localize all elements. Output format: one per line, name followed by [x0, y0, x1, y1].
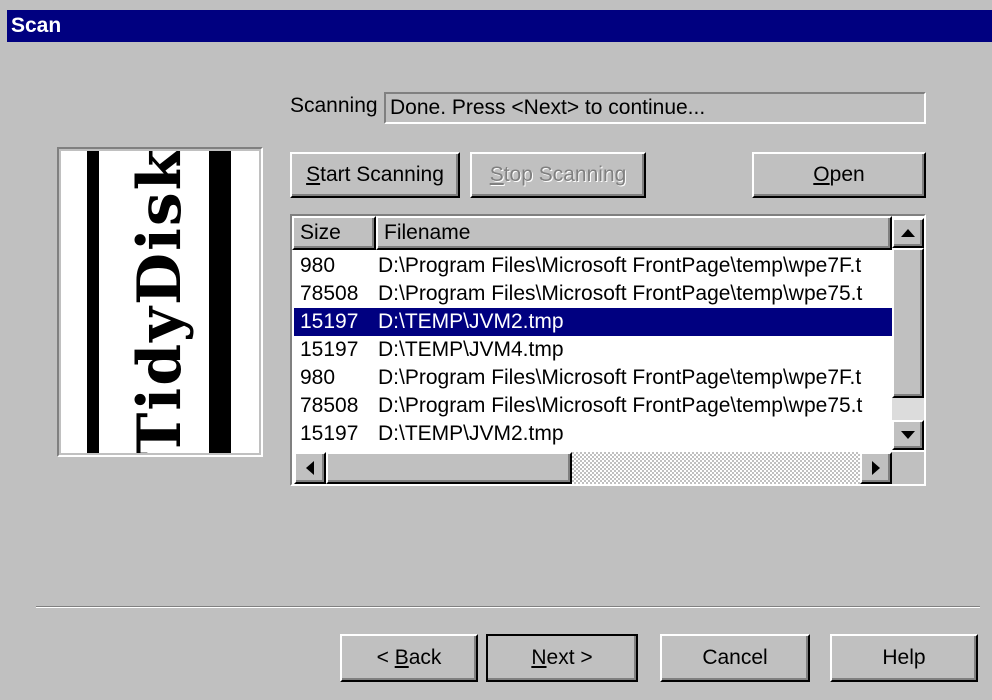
window-title: Scan	[7, 10, 992, 42]
file-size: 980	[300, 366, 336, 389]
file-name: D:\Program Files\Microsoft FrontPage\tem…	[378, 254, 862, 277]
file-list[interactable]: Size Filename 980 D:\Program Files\Micros…	[290, 214, 926, 486]
file-name: D:\TEMP\JVM4.tmp	[378, 338, 564, 361]
file-name: D:\TEMP\JVM2.tmp	[378, 422, 564, 445]
list-item[interactable]: 15197 D:\TEMP\JVM2.tmp	[294, 420, 892, 448]
column-header-filename[interactable]: Filename	[376, 216, 892, 250]
list-header: Size Filename	[292, 216, 892, 250]
file-rows: 980 D:\Program Files\Microsoft FrontPage\…	[294, 252, 892, 448]
horizontal-scroll-thumb[interactable]	[326, 452, 572, 484]
list-item[interactable]: 15197 D:\TEMP\JVM4.tmp	[294, 336, 892, 364]
help-button[interactable]: Help	[830, 634, 978, 682]
horizontal-scrollbar[interactable]	[294, 452, 892, 484]
left-arrow-icon[interactable]	[294, 452, 326, 484]
file-size: 15197	[300, 338, 359, 361]
list-item[interactable]: 15197 D:\TEMP\JVM2.tmp	[294, 308, 892, 336]
vertical-scroll-thumb[interactable]	[892, 248, 924, 398]
scanning-label: Scanning	[290, 94, 378, 117]
file-name: D:\Program Files\Microsoft FrontPage\tem…	[378, 366, 862, 389]
separator	[36, 606, 980, 608]
start-scanning-button[interactable]: Start Scanning	[290, 152, 460, 198]
up-arrow-icon[interactable]	[892, 218, 924, 248]
next-button[interactable]: Next >	[486, 634, 638, 682]
vertical-scrollbar[interactable]	[892, 218, 924, 450]
cancel-button[interactable]: Cancel	[660, 634, 810, 682]
file-size: 78508	[300, 394, 359, 417]
open-button[interactable]: Open	[752, 152, 926, 198]
stop-scanning-button[interactable]: Stop Scanning	[470, 152, 646, 198]
file-name: D:\Program Files\Microsoft FrontPage\tem…	[378, 282, 863, 305]
scrollbar-corner	[892, 452, 924, 484]
right-arrow-icon[interactable]	[860, 452, 892, 484]
column-header-size[interactable]: Size	[292, 216, 376, 250]
scanning-status-field: Done. Press <Next> to continue...	[384, 92, 926, 124]
logo-text: TidyDisk	[125, 151, 195, 453]
tidydisk-logo: TidyDisk	[57, 147, 263, 457]
back-button[interactable]: < Back	[340, 634, 478, 682]
file-name: D:\Program Files\Microsoft FrontPage\tem…	[378, 394, 863, 417]
file-size: 15197	[300, 310, 359, 333]
list-item[interactable]: 980 D:\Program Files\Microsoft FrontPage\…	[294, 364, 892, 392]
list-item[interactable]: 980 D:\Program Files\Microsoft FrontPage\…	[294, 252, 892, 280]
down-arrow-icon[interactable]	[892, 420, 924, 450]
file-size: 980	[300, 254, 336, 277]
list-item[interactable]: 78508 D:\Program Files\Microsoft FrontPag…	[294, 392, 892, 420]
file-size: 15197	[300, 422, 359, 445]
list-item[interactable]: 78508 D:\Program Files\Microsoft FrontPag…	[294, 280, 892, 308]
file-name: D:\TEMP\JVM2.tmp	[378, 310, 564, 333]
file-size: 78508	[300, 282, 359, 305]
